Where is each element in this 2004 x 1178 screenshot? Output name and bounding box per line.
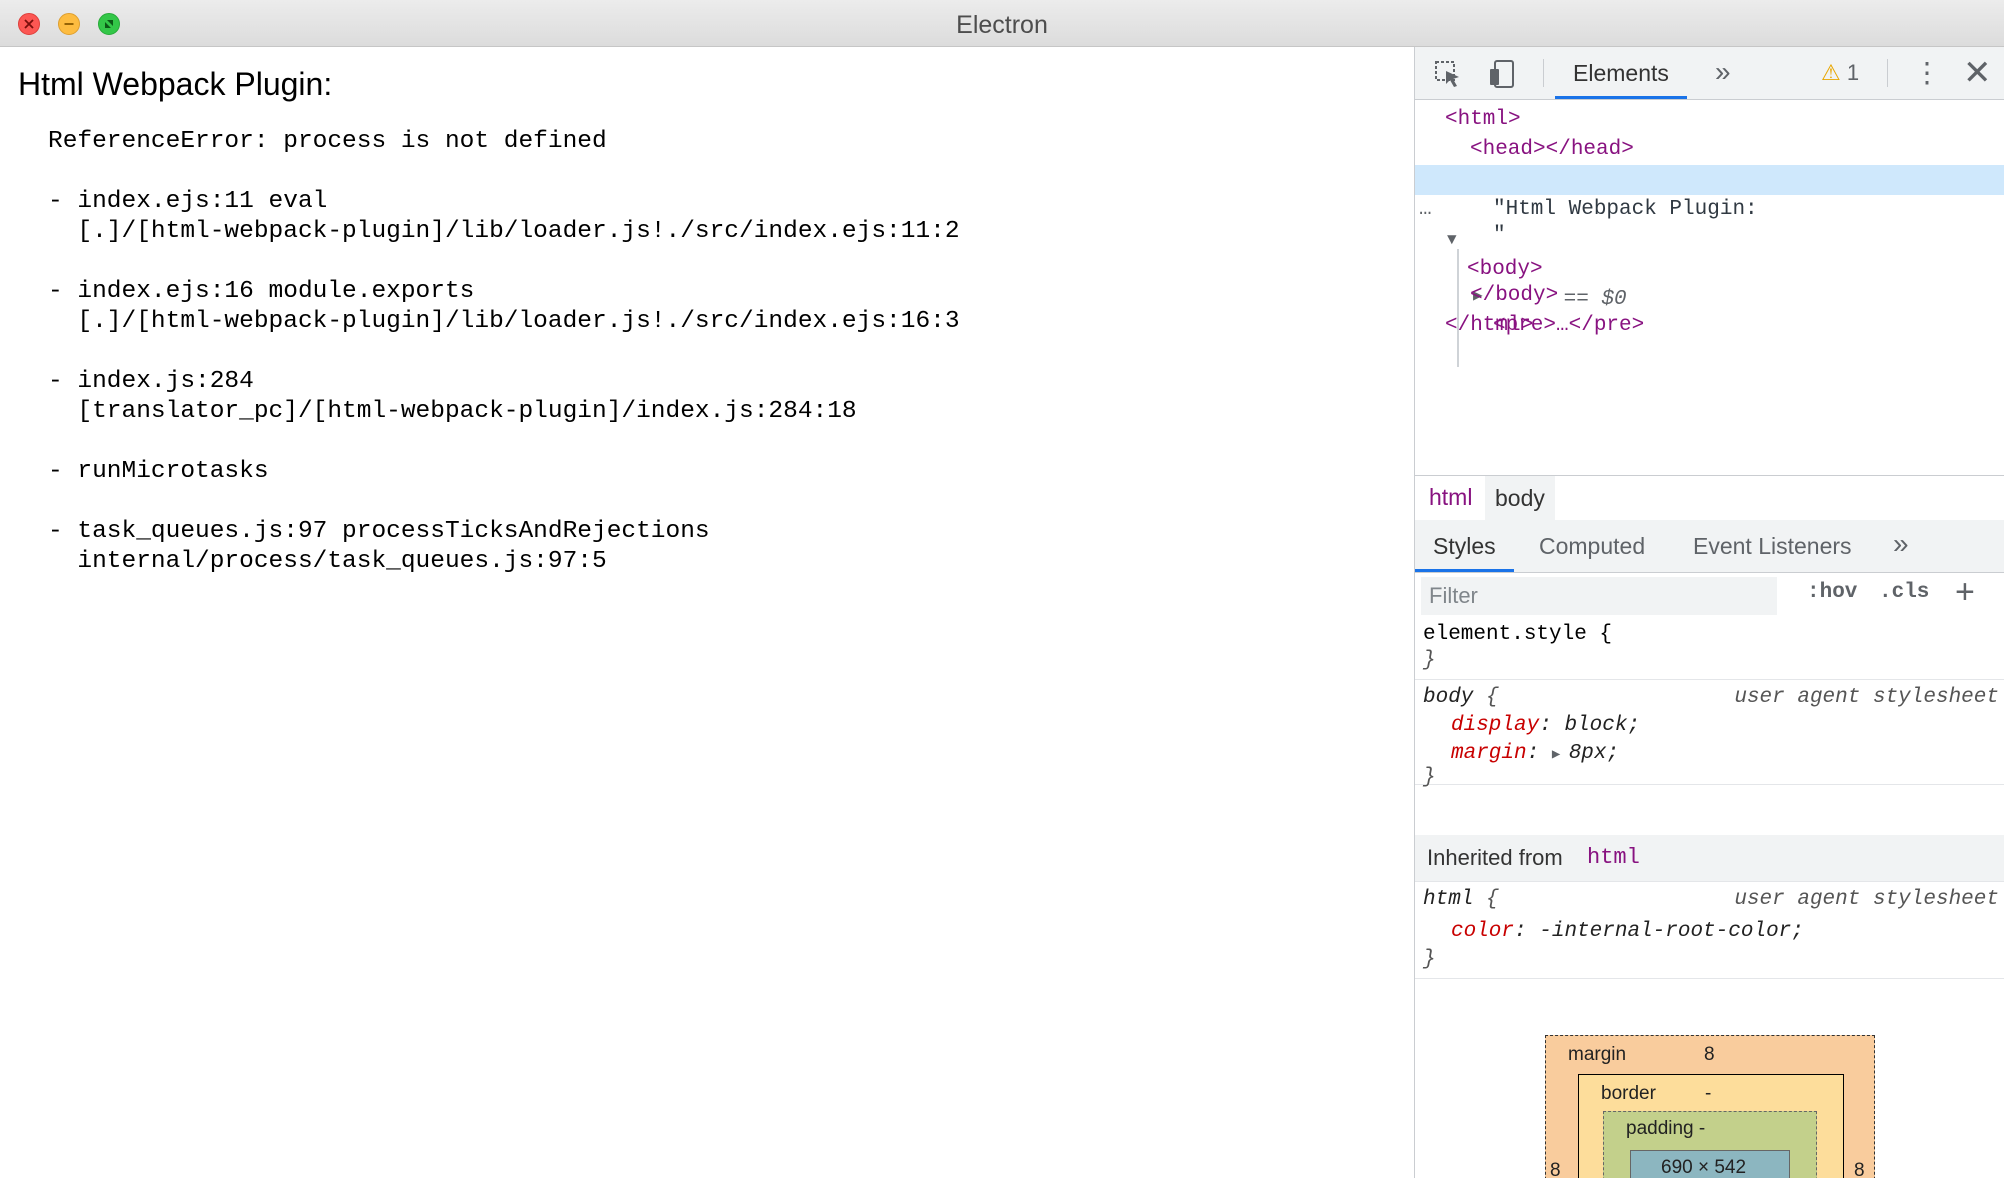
box-model-padding[interactable]: padding - 690 × 542 [1603, 1111, 1817, 1178]
content-size: 690 × 542 [1661, 1157, 1747, 1178]
css-colon: : [1514, 920, 1540, 943]
margin-top-value[interactable]: 8 [1704, 1044, 1715, 1066]
page-heading: Html Webpack Plugin: [18, 66, 333, 102]
kebab-menu-icon[interactable]: ⋮ [1913, 56, 1941, 89]
css-property: margin [1451, 742, 1527, 765]
electron-window: Electron Html Webpack Plugin: ReferenceE… [0, 0, 2004, 1178]
class-toggle[interactable]: .cls [1879, 581, 1929, 604]
rule-selector[interactable]: body [1423, 686, 1473, 709]
rule-source: user agent stylesheet [1734, 888, 1999, 911]
margin-left-value[interactable]: 8 [1550, 1160, 1561, 1178]
dom-node-body[interactable]: … ▼ <body> == $0 [1415, 165, 2004, 311]
rule-close-brace: } [1423, 948, 1436, 971]
breadcrumb-html[interactable]: html [1429, 484, 1472, 511]
inherited-tag-link[interactable]: html [1587, 835, 1640, 881]
css-declaration[interactable]: display: block; [1451, 712, 1640, 740]
devtools-toolbar: Elements » ⚠ 1 ⋮ ✕ [1415, 47, 2004, 100]
dom-text-node-end: " [1415, 221, 2004, 251]
window-title: Electron [956, 11, 1048, 39]
expand-shorthand-icon[interactable]: ▶ [1552, 747, 1569, 763]
css-property: color [1451, 920, 1515, 943]
inherited-label: Inherited from [1427, 845, 1563, 870]
css-value: -internal-root-color; [1539, 920, 1804, 943]
text-node-line-2: " [1493, 224, 1506, 247]
styles-filter-input[interactable] [1421, 577, 1777, 615]
device-toolbar-icon[interactable] [1487, 59, 1517, 94]
rule-selector-line: body { [1423, 684, 1499, 712]
warning-count: 1 [1846, 60, 1860, 85]
styles-subtabs: Styles Computed Event Listeners » [1415, 520, 2004, 573]
tab-elements[interactable]: Elements [1555, 47, 1687, 99]
tab-styles[interactable]: Styles [1415, 520, 1514, 572]
html-style-rule: html { user agent stylesheet color: -int… [1415, 882, 2004, 979]
rule-selector[interactable]: html [1423, 888, 1473, 911]
breadcrumb-body[interactable]: body [1485, 476, 1555, 520]
rule-close-brace: } [1423, 649, 1436, 672]
css-declaration[interactable]: color: -internal-root-color; [1451, 918, 1804, 946]
dom-node-head[interactable]: <head></head> [1415, 135, 2004, 165]
html-close-tag: </html> [1445, 314, 1534, 337]
styles-filter-row: :hov .cls + [1415, 573, 2004, 619]
error-stack-trace: ReferenceError: process is not defined -… [48, 128, 960, 575]
rule-source: user agent stylesheet [1734, 686, 1999, 709]
css-colon: : [1526, 742, 1552, 765]
tab-event-listeners[interactable]: Event Listeners [1693, 533, 1852, 560]
element-style-selector[interactable]: element.style { [1423, 621, 1612, 649]
dom-node-html[interactable]: <html> [1415, 105, 2004, 135]
css-declaration[interactable]: margin: ▶ 8px; [1451, 740, 1619, 769]
element-style-rule: element.style { } [1415, 619, 2004, 680]
inherited-section-header: Inherited from html [1415, 835, 2004, 882]
dom-node-body-close[interactable]: </body> [1415, 281, 2004, 311]
dom-node-pre[interactable]: ▶ <pre>…</pre> [1415, 251, 2004, 337]
more-subtabs-chevron-icon[interactable]: » [1893, 528, 1909, 560]
new-style-rule-icon[interactable]: + [1955, 573, 1975, 612]
close-devtools-icon[interactable]: ✕ [1963, 53, 1992, 93]
border-label: border [1601, 1083, 1656, 1104]
breadcrumb: html body [1415, 475, 2004, 521]
rule-selector-line: html { [1423, 886, 1499, 914]
toolbar-separator [1543, 59, 1544, 87]
rule-close-brace: } [1423, 766, 1436, 789]
rule-open-brace: { [1473, 686, 1499, 709]
body-style-rule: body { user agent stylesheet display: bl… [1415, 680, 2004, 789]
toolbar-separator [1887, 59, 1888, 87]
dom-node-html-close[interactable]: </html> [1415, 311, 2004, 341]
warning-icon: ⚠ [1821, 60, 1841, 85]
border-value[interactable]: - [1705, 1083, 1711, 1105]
margin-label: margin [1568, 1044, 1627, 1065]
body-close-tag: </body> [1470, 284, 1559, 307]
inspect-element-icon[interactable] [1433, 59, 1463, 94]
page-viewport: Html Webpack Plugin: ReferenceError: pro… [0, 47, 1414, 1178]
css-property: display [1451, 714, 1540, 737]
css-value: block; [1564, 714, 1641, 737]
more-tabs-chevron-icon[interactable]: » [1715, 56, 1731, 88]
head-tag: <head></head> [1470, 138, 1634, 161]
tab-computed[interactable]: Computed [1539, 533, 1645, 560]
title-bar: Electron [0, 0, 2004, 47]
margin-right-value[interactable]: 8 [1854, 1160, 1865, 1178]
padding-label: padding - [1626, 1118, 1706, 1139]
box-model-diagram: margin 8 8 8 border - padding - 690 × 54… [1415, 979, 2004, 1178]
box-model-content[interactable]: 690 × 542 [1630, 1150, 1790, 1178]
devtools-panel: Elements » ⚠ 1 ⋮ ✕ <html> <head></head> … [1414, 47, 2004, 1178]
css-value: 8px; [1568, 742, 1620, 765]
html-open-tag: <html> [1445, 108, 1521, 131]
box-model-margin[interactable]: margin 8 8 8 border - padding - 690 × 54… [1545, 1035, 1875, 1178]
box-model-border[interactable]: border - padding - 690 × 542 [1578, 1074, 1844, 1178]
rule-open-brace: { [1473, 888, 1499, 911]
warnings-badge[interactable]: ⚠ 1 [1821, 60, 1859, 86]
hover-state-toggle[interactable]: :hov [1807, 581, 1857, 604]
dom-tree: <html> <head></head> … ▼ <body> == $0 "H… [1415, 99, 2004, 475]
css-colon: : [1539, 714, 1565, 737]
